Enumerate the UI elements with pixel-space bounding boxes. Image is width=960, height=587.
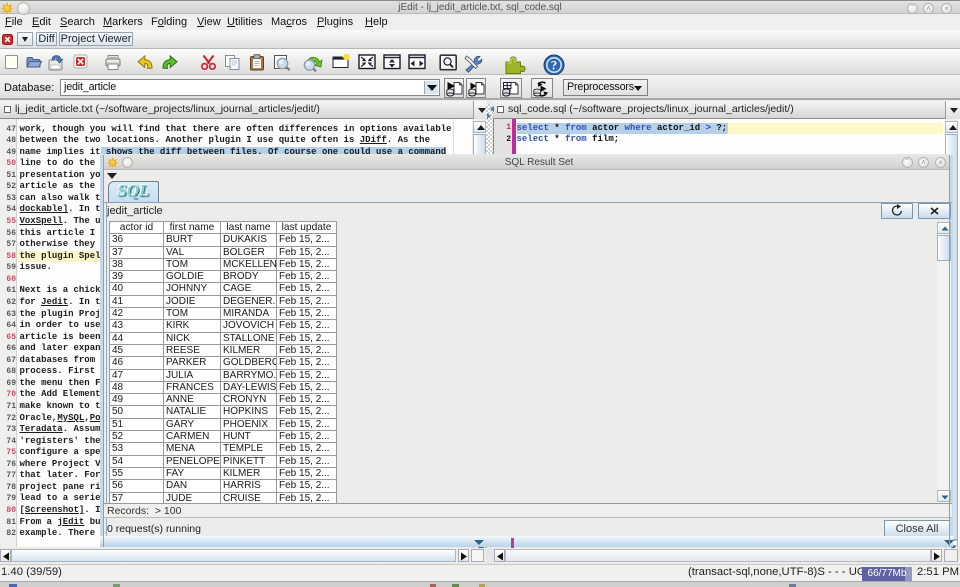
svg-text:?: ? (551, 58, 558, 73)
